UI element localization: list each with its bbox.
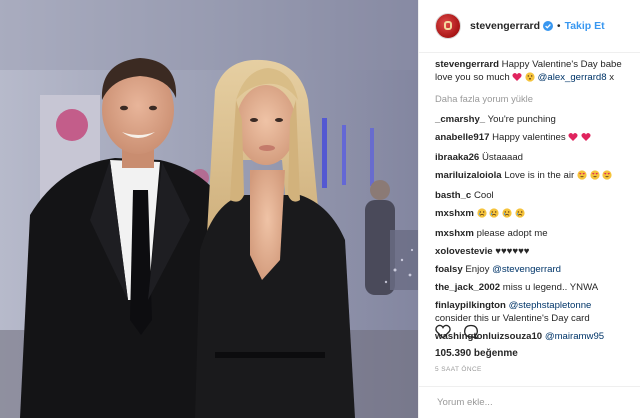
comment-username[interactable]: mxshxm	[435, 228, 474, 239]
comment-mention[interactable]: @stevengerrard	[492, 264, 561, 275]
comment-username[interactable]: mxshxm	[435, 208, 474, 219]
red-heart-emoji-icon	[512, 72, 522, 86]
post-header: stevengerrard • Takip Et	[419, 0, 640, 53]
action-bar	[435, 324, 479, 339]
comment-username[interactable]: ibraaka26	[435, 152, 479, 163]
avatar[interactable]	[435, 13, 461, 39]
comment-text: Enjoy	[465, 264, 490, 275]
comment-mention[interactable]: @stephstapletonne	[509, 300, 592, 311]
comment-text: consider this ur Valentine's Day card	[435, 313, 590, 324]
comment-username[interactable]: finlaypilkington	[435, 300, 506, 311]
comment-username[interactable]: the_jack_2002	[435, 282, 500, 293]
header-username[interactable]: stevengerrard	[470, 20, 540, 32]
crying-face-emoji-icon	[515, 208, 525, 222]
caption-username[interactable]: stevengerrard	[435, 59, 499, 70]
red-heart-emoji-icon	[581, 132, 591, 146]
comment-text: Happy valentines	[492, 132, 566, 143]
follow-button[interactable]: Takip Et	[565, 20, 605, 32]
verified-badge-icon	[543, 21, 554, 31]
add-comment-input[interactable]	[435, 396, 609, 409]
comment-username[interactable]: basth_c	[435, 190, 471, 201]
post-timestamp: 5 SAAT ÖNCE	[435, 366, 482, 373]
caption-mention[interactable]: @alex_gerrard8	[538, 72, 607, 83]
comment-text: miss u legend.. YNWA	[502, 282, 599, 293]
comment: the_jack_2002 miss u legend.. YNWA	[435, 281, 630, 294]
comment: finlaypilkington @stephstapletonne consi…	[435, 299, 630, 325]
comment: mariluizaloiola Love is in the air	[435, 169, 630, 184]
comment-username[interactable]: anabelle917	[435, 132, 489, 143]
comment-username[interactable]: _cmarshy_	[435, 114, 485, 125]
kissing-face-emoji-icon	[525, 72, 535, 86]
red-heart-emoji-icon	[568, 132, 578, 146]
heart-outline-icon[interactable]	[435, 324, 451, 339]
heart-eyes-emoji-icon	[577, 170, 587, 184]
heart-eyes-emoji-icon	[602, 170, 612, 184]
comment-username[interactable]: foalsy	[435, 264, 463, 275]
caption-suffix: x	[609, 72, 615, 83]
instagram-post: stevengerrard • Takip Et stevengerrard H…	[0, 0, 640, 418]
likes-count[interactable]: 105.390 beğenme	[435, 348, 518, 359]
comment-text: Love is in the air	[504, 170, 575, 181]
comment-username[interactable]: xolovestevie	[435, 246, 493, 257]
comment-text: Cool	[473, 190, 494, 201]
caption: stevengerrard Happy Valentine's Day babe…	[435, 58, 630, 86]
comments-list: stevengerrard Happy Valentine's Day babe…	[419, 58, 640, 348]
add-comment-bar	[419, 386, 640, 418]
comment-bubble-icon[interactable]	[463, 324, 479, 339]
comment-text: Üstaaaad	[481, 152, 524, 163]
comment: _cmarshy_ You're punching	[435, 113, 630, 126]
comment: basth_c Cool	[435, 189, 630, 202]
comment-text: You're punching	[487, 114, 556, 125]
crying-face-emoji-icon	[502, 208, 512, 222]
couple-photo-illustration	[0, 0, 418, 418]
comment-text: ♥♥♥♥♥♥	[495, 246, 530, 257]
comment: anabelle917 Happy valentines	[435, 131, 630, 146]
comment: ibraaka26 Üstaaaad	[435, 151, 630, 164]
crying-face-emoji-icon	[489, 208, 499, 222]
comment-username[interactable]: mariluizaloiola	[435, 170, 502, 181]
comment: xolovestevie ♥♥♥♥♥♥	[435, 245, 630, 258]
comment-mention[interactable]: @mairamw95	[545, 331, 604, 342]
comment: foalsy Enjoy @stevengerrard	[435, 263, 630, 276]
load-more-comments-link[interactable]: Daha fazla yorum yükle	[435, 92, 630, 105]
heart-eyes-emoji-icon	[589, 170, 600, 184]
crying-face-emoji-icon	[477, 208, 487, 222]
post-side-panel: stevengerrard • Takip Et stevengerrard H…	[418, 0, 640, 418]
post-photo[interactable]	[0, 0, 418, 418]
comment-text: please adopt me	[476, 228, 548, 239]
comment: mxshxm please adopt me	[435, 227, 630, 240]
comment: mxshxm	[435, 207, 630, 222]
header-dot-separator: •	[557, 20, 561, 32]
